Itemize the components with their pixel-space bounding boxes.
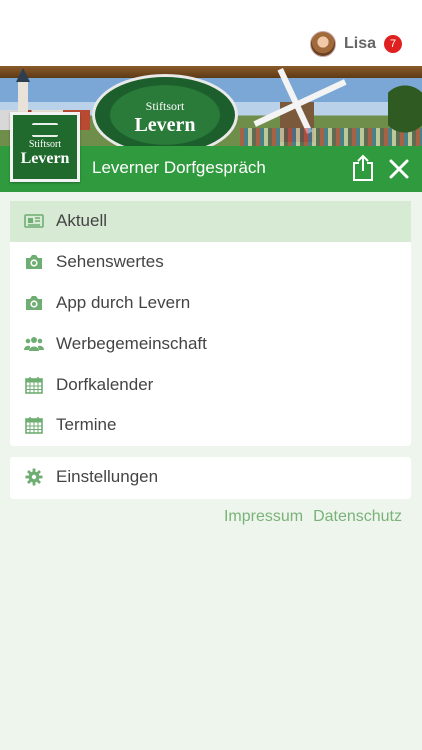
close-icon <box>389 159 409 179</box>
gear-icon <box>24 467 44 487</box>
user-profile[interactable]: Lisa 7 <box>309 30 402 58</box>
logo-emblem <box>32 123 58 137</box>
calendar-icon <box>24 415 44 435</box>
banner-oval-logo: Stiftsort Levern <box>92 74 238 146</box>
menu-item-dorfkalender[interactable]: Dorfkalender <box>10 364 411 405</box>
menu-item-werbegemeinschaft[interactable]: Werbegemeinschaft <box>10 323 411 364</box>
logo-line1: Stiftsort <box>28 139 62 150</box>
menu-item-label: Einstellungen <box>56 467 159 487</box>
menu-item-app-durch-levern[interactable]: App durch Levern <box>10 283 411 324</box>
menu-item-label: Dorfkalender <box>56 374 154 394</box>
menu-item-termine[interactable]: Termine <box>10 405 411 446</box>
menu-item-einstellungen[interactable]: Einstellungen <box>10 457 411 498</box>
user-avatar[interactable] <box>309 31 336 57</box>
datenschutz-link[interactable]: Datenschutz <box>313 508 402 526</box>
menu-item-label: App durch Levern <box>56 292 191 312</box>
menu-item-sehenswertes[interactable]: Sehenswertes <box>10 242 411 283</box>
user-name[interactable]: Lisa <box>344 35 376 53</box>
close-button[interactable] <box>388 158 410 180</box>
banner-wood-frame <box>0 66 422 78</box>
calendar-icon <box>24 375 44 395</box>
camera-icon <box>24 293 44 313</box>
app-logo: Stiftsort Levern <box>10 112 80 182</box>
users-icon <box>24 334 44 354</box>
share-icon <box>353 154 373 181</box>
logo-line2: Levern <box>20 150 70 167</box>
impressum-link[interactable]: Impressum <box>224 508 303 526</box>
menu-item-label: Sehenswertes <box>56 252 164 272</box>
newspaper-icon <box>24 211 44 231</box>
banner-oval-line1: Stiftsort <box>145 99 185 113</box>
menu-item-label: Werbegemeinschaft <box>56 333 207 353</box>
share-button[interactable] <box>350 154 376 182</box>
camera-icon <box>24 252 44 272</box>
menu-item-label: Termine <box>56 415 117 435</box>
notification-badge[interactable]: 7 <box>384 35 402 53</box>
footer-links: Impressum Datenschutz <box>224 508 402 526</box>
banner-oval-line2: Levern <box>134 114 196 136</box>
top-bar: Lisa 7 <box>0 0 422 66</box>
settings-panel: Einstellungen <box>10 457 411 499</box>
menu-item-aktuell[interactable]: Aktuell <box>10 201 411 242</box>
banner-tree <box>388 74 422 144</box>
menu-item-label: Aktuell <box>56 211 108 231</box>
navigation-menu: Aktuell Sehenswertes App durch Levern We… <box>10 201 411 446</box>
header-title: Leverner Dorfgespräch <box>92 158 266 177</box>
